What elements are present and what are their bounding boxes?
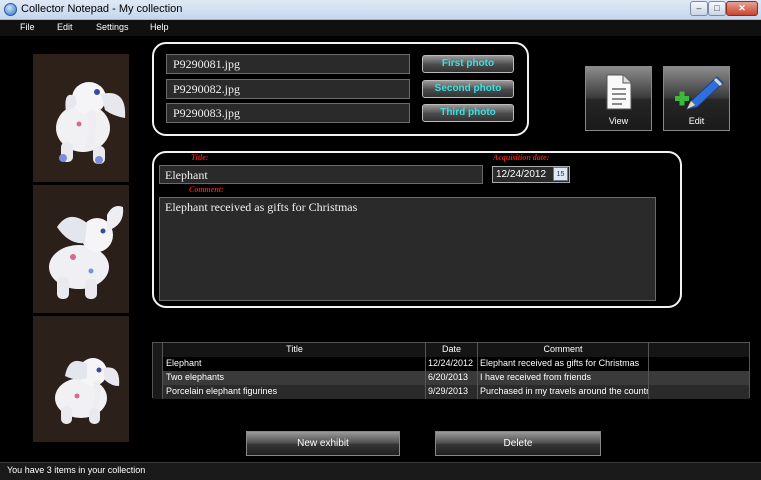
- menu-bar: File Edit Settings Help: [0, 20, 761, 36]
- photo-thumbnail-1[interactable]: [33, 54, 129, 182]
- minimize-button[interactable]: –: [690, 1, 708, 16]
- comment-field[interactable]: Elephant received as gifts for Christmas: [159, 197, 656, 301]
- first-photo-button[interactable]: First photo: [422, 55, 514, 73]
- acquisition-date-label: Acquisition date:: [493, 153, 550, 162]
- cell-date: 9/29/2013: [426, 385, 478, 399]
- cell-date: 6/20/2013: [426, 371, 478, 385]
- menu-edit[interactable]: Edit: [57, 22, 73, 32]
- cell-comment: Purchased in my travels around the count…: [478, 385, 649, 399]
- column-title-header[interactable]: Title: [164, 343, 426, 357]
- status-text: You have 3 items in your collection: [7, 465, 146, 475]
- menu-file[interactable]: File: [20, 22, 35, 32]
- add-pencil-icon: [674, 76, 724, 110]
- window-title: Collector Notepad - My collection: [21, 3, 183, 15]
- row-selector[interactable]: [153, 385, 163, 399]
- document-icon: [606, 74, 631, 110]
- row-selector[interactable]: [153, 357, 163, 371]
- app-icon: [4, 3, 17, 16]
- third-photo-button[interactable]: Third photo: [422, 104, 514, 122]
- photo-file-2[interactable]: P9290082.jpg: [166, 79, 410, 99]
- view-label: View: [608, 116, 629, 126]
- edit-label: Edit: [688, 116, 705, 126]
- cell-comment: I have received from friends: [478, 371, 649, 385]
- cell-title: Two elephants: [164, 371, 426, 385]
- view-button[interactable]: View: [585, 66, 652, 131]
- photo-file-1[interactable]: P9290081.jpg: [166, 54, 410, 74]
- close-button[interactable]: ✕: [726, 1, 758, 16]
- column-date-header[interactable]: Date: [426, 343, 478, 357]
- table-row[interactable]: Elephant 12/24/2012 Elephant received as…: [153, 357, 749, 371]
- collection-table: Title Date Comment Elephant 12/24/2012 E…: [152, 342, 750, 399]
- status-bar: You have 3 items in your collection: [0, 462, 761, 480]
- column-comment-header[interactable]: Comment: [478, 343, 649, 357]
- new-exhibit-button[interactable]: New exhibit: [246, 431, 400, 456]
- menu-help[interactable]: Help: [150, 22, 169, 32]
- second-photo-button[interactable]: Second photo: [422, 80, 514, 98]
- cell-date: 12/24/2012: [426, 357, 478, 371]
- comment-label: Comment:: [189, 185, 224, 194]
- edit-button[interactable]: Edit: [663, 66, 730, 131]
- cell-title: Porcelain elephant figurines: [164, 385, 426, 399]
- table-row[interactable]: Two elephants 6/20/2013 I have received …: [153, 371, 749, 385]
- title-label: Title:: [191, 153, 209, 162]
- calendar-icon[interactable]: 15: [553, 167, 568, 181]
- photo-thumbnail-3[interactable]: [33, 316, 129, 442]
- cell-comment: Elephant received as gifts for Christmas: [478, 357, 649, 371]
- photo-file-3[interactable]: P9290083.jpg: [166, 103, 410, 123]
- title-bar: Collector Notepad - My collection – □ ✕: [0, 0, 761, 20]
- menu-settings[interactable]: Settings: [96, 22, 129, 32]
- table-row[interactable]: Porcelain elephant figurines 9/29/2013 P…: [153, 385, 749, 399]
- header-selector: [153, 343, 163, 357]
- cell-title: Elephant: [164, 357, 426, 371]
- delete-button[interactable]: Delete: [435, 431, 601, 456]
- row-selector[interactable]: [153, 371, 163, 385]
- maximize-button[interactable]: □: [708, 1, 726, 16]
- table-header: Title Date Comment: [153, 343, 749, 357]
- photo-thumbnail-2[interactable]: [33, 185, 129, 313]
- title-field[interactable]: Elephant: [159, 165, 483, 184]
